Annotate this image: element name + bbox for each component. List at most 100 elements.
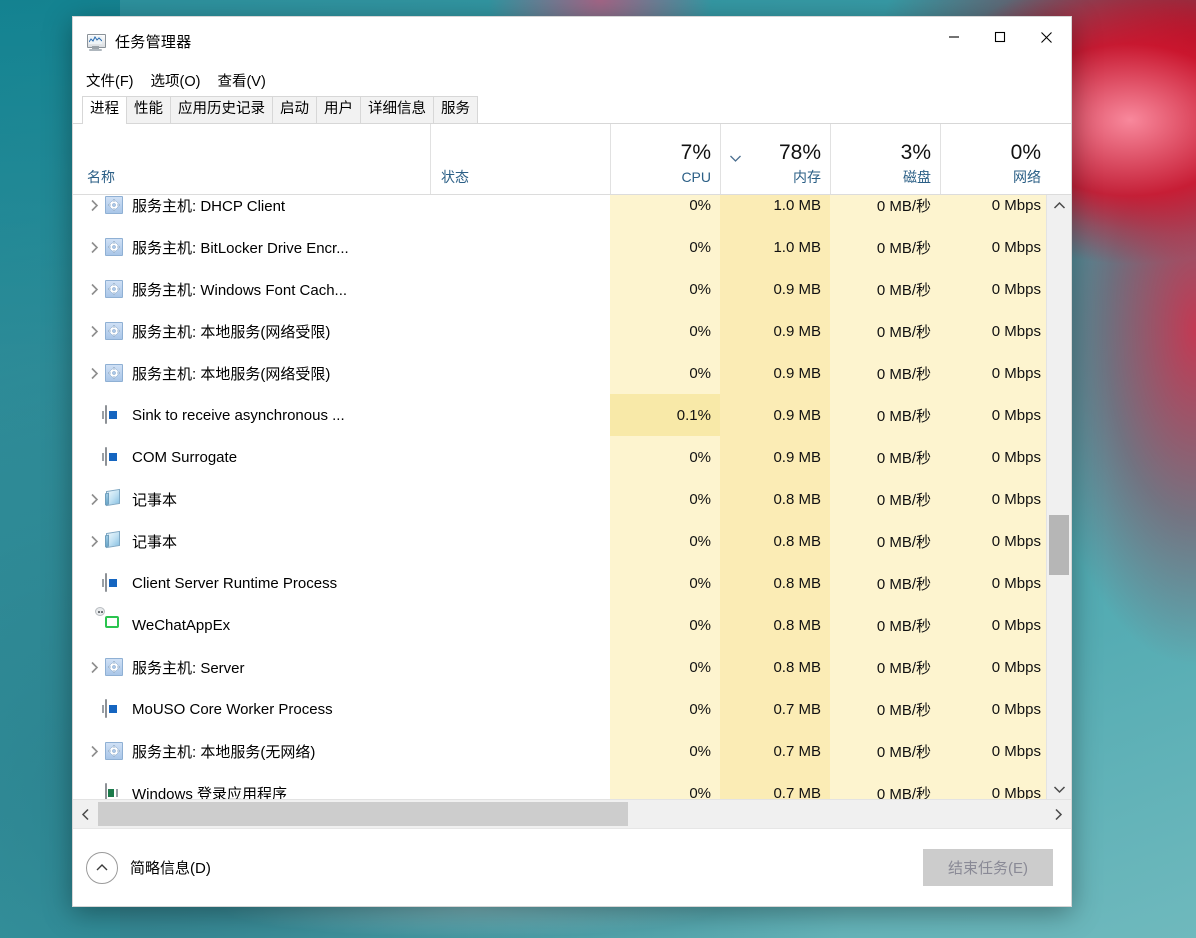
cell-name[interactable]: 服务主机: 本地服务(网络受限): [77, 352, 430, 394]
table-row[interactable]: 服务主机: DHCP Client 0% 1.0 MB 0 MB/秒 0 Mbps: [77, 195, 1046, 226]
table-row[interactable]: Client Server Runtime Process 0% 0.8 MB 0 M…: [77, 562, 1046, 604]
horizontal-scroll-thumb[interactable]: [98, 802, 628, 826]
expand-chevron-right-icon[interactable]: [83, 535, 105, 548]
process-name: MoUSO Core Worker Process: [132, 700, 333, 718]
processes-pane: 名称 状态 7% CPU 78% 内存 3% 磁盘 0% 网络 服务主机: DH…: [73, 124, 1071, 828]
cell-name[interactable]: COM Surrogate: [77, 436, 430, 478]
cell-name[interactable]: 记事本: [77, 478, 430, 520]
service-gear-icon: [105, 364, 123, 382]
table-row[interactable]: WeChatAppEx 0% 0.8 MB 0 MB/秒 0 Mbps: [77, 604, 1046, 646]
cell-network: 0 Mbps: [940, 352, 1046, 394]
end-task-button[interactable]: 结束任务(E): [923, 849, 1053, 886]
cell-name[interactable]: Client Server Runtime Process: [77, 562, 430, 604]
table-row[interactable]: 记事本 0% 0.8 MB 0 MB/秒 0 Mbps: [77, 478, 1046, 520]
process-name: 服务主机: 本地服务(网络受限): [132, 365, 331, 383]
menu-item-options[interactable]: 选项(O): [151, 70, 201, 91]
maximize-button[interactable]: [977, 21, 1023, 53]
vertical-scroll-thumb[interactable]: [1049, 515, 1069, 575]
menu-item-file[interactable]: 文件(F): [86, 70, 134, 91]
table-row[interactable]: COM Surrogate 0% 0.9 MB 0 MB/秒 0 Mbps: [77, 436, 1046, 478]
cell-name[interactable]: 服务主机: 本地服务(无网络): [77, 730, 430, 772]
cell-status: [430, 604, 610, 646]
expand-chevron-right-icon[interactable]: [83, 745, 105, 758]
tab-startup[interactable]: 启动: [272, 96, 317, 123]
cell-name[interactable]: Windows 登录应用程序: [77, 772, 430, 799]
horizontal-scrollbar[interactable]: [73, 799, 1071, 828]
column-header-network[interactable]: 0% 网络: [940, 124, 1050, 194]
table-row[interactable]: 服务主机: BitLocker Drive Encr... 0% 1.0 MB 0 M…: [77, 226, 1046, 268]
cell-disk: 0 MB/秒: [830, 394, 940, 436]
close-button[interactable]: [1023, 21, 1069, 53]
cell-name[interactable]: WeChatAppEx: [77, 604, 430, 646]
tab-app-history[interactable]: 应用历史记录: [170, 96, 273, 123]
table-row[interactable]: Sink to receive asynchronous ... 0.1% 0.9 …: [77, 394, 1046, 436]
tab-users[interactable]: 用户: [316, 96, 361, 123]
table-row[interactable]: Windows 登录应用程序 0% 0.7 MB 0 MB/秒 0 Mbps: [77, 772, 1046, 799]
cell-disk: 0 MB/秒: [830, 520, 940, 562]
vertical-scroll-track[interactable]: [1047, 215, 1071, 779]
cell-status: [430, 478, 610, 520]
cell-status: [430, 646, 610, 688]
cell-memory: 0.8 MB: [720, 478, 830, 520]
process-name: COM Surrogate: [132, 448, 238, 466]
minimize-button[interactable]: [931, 21, 977, 53]
cell-name[interactable]: 记事本: [77, 520, 430, 562]
chevron-down-icon: [729, 150, 742, 168]
cell-name[interactable]: 服务主机: BitLocker Drive Encr...: [77, 226, 430, 268]
expand-chevron-right-icon[interactable]: [83, 283, 105, 296]
expand-chevron-right-icon[interactable]: [83, 241, 105, 254]
expand-chevron-right-icon[interactable]: [83, 199, 105, 212]
table-row[interactable]: 服务主机: Windows Font Cach... 0% 0.9 MB 0 MB/秒…: [77, 268, 1046, 310]
horizontal-scroll-track[interactable]: [98, 800, 1046, 828]
cell-name[interactable]: 服务主机: Server: [77, 646, 430, 688]
scroll-left-button[interactable]: [73, 800, 98, 828]
cell-name[interactable]: 服务主机: DHCP Client: [77, 195, 430, 226]
table-row[interactable]: 服务主机: 本地服务(网络受限) 0% 0.9 MB 0 MB/秒 0 Mbps: [77, 310, 1046, 352]
column-header-cpu[interactable]: 7% CPU: [610, 124, 720, 194]
cell-cpu: 0%: [610, 268, 720, 310]
column-header-network-label: 网络: [1013, 169, 1041, 185]
tab-processes[interactable]: 进程: [82, 96, 127, 124]
cell-disk: 0 MB/秒: [830, 478, 940, 520]
cell-disk: 0 MB/秒: [830, 195, 940, 226]
tab-services[interactable]: 服务: [433, 96, 478, 123]
table-row[interactable]: 服务主机: 本地服务(无网络) 0% 0.7 MB 0 MB/秒 0 Mbps: [77, 730, 1046, 772]
service-gear-icon: [105, 742, 123, 760]
cell-memory: 0.9 MB: [720, 394, 830, 436]
window-status-bar: 简略信息(D) 结束任务(E): [73, 828, 1071, 906]
tab-details[interactable]: 详细信息: [360, 96, 434, 123]
service-gear-icon: [105, 658, 123, 676]
column-header-status[interactable]: 状态: [430, 124, 610, 194]
cell-name[interactable]: Sink to receive asynchronous ...: [77, 394, 430, 436]
cell-disk: 0 MB/秒: [830, 352, 940, 394]
table-row[interactable]: MoUSO Core Worker Process 0% 0.7 MB 0 MB/秒 0…: [77, 688, 1046, 730]
task-manager-icon: [86, 32, 106, 52]
fewer-details-button[interactable]: 简略信息(D): [86, 851, 211, 884]
cell-name[interactable]: 服务主机: Windows Font Cach...: [77, 268, 430, 310]
table-row[interactable]: 服务主机: 本地服务(网络受限) 0% 0.9 MB 0 MB/秒 0 Mbps: [77, 352, 1046, 394]
column-header-name[interactable]: 名称: [77, 124, 430, 194]
menu-item-view[interactable]: 查看(V): [217, 70, 265, 91]
process-name: Sink to receive asynchronous ...: [132, 406, 345, 424]
expand-chevron-right-icon[interactable]: [83, 493, 105, 506]
cell-network: 0 Mbps: [940, 310, 1046, 352]
cell-cpu: 0%: [610, 310, 720, 352]
expand-chevron-right-icon[interactable]: [83, 661, 105, 674]
vertical-scrollbar[interactable]: [1046, 195, 1071, 799]
tab-performance[interactable]: 性能: [126, 96, 171, 123]
column-header-memory[interactable]: 78% 内存: [720, 124, 830, 194]
column-header-disk[interactable]: 3% 磁盘: [830, 124, 940, 194]
cell-name[interactable]: MoUSO Core Worker Process: [77, 688, 430, 730]
scroll-down-button[interactable]: [1047, 779, 1071, 799]
cell-disk: 0 MB/秒: [830, 268, 940, 310]
table-row[interactable]: 记事本 0% 0.8 MB 0 MB/秒 0 Mbps: [77, 520, 1046, 562]
cell-name[interactable]: 服务主机: 本地服务(网络受限): [77, 310, 430, 352]
table-row[interactable]: 服务主机: Server 0% 0.8 MB 0 MB/秒 0 Mbps: [77, 646, 1046, 688]
expand-chevron-right-icon[interactable]: [83, 367, 105, 380]
cell-status: [430, 772, 610, 799]
scroll-right-button[interactable]: [1046, 800, 1071, 828]
cell-cpu: 0.1%: [610, 394, 720, 436]
process-name: 记事本: [132, 533, 178, 551]
expand-chevron-right-icon[interactable]: [83, 325, 105, 338]
scroll-up-button[interactable]: [1047, 195, 1071, 215]
